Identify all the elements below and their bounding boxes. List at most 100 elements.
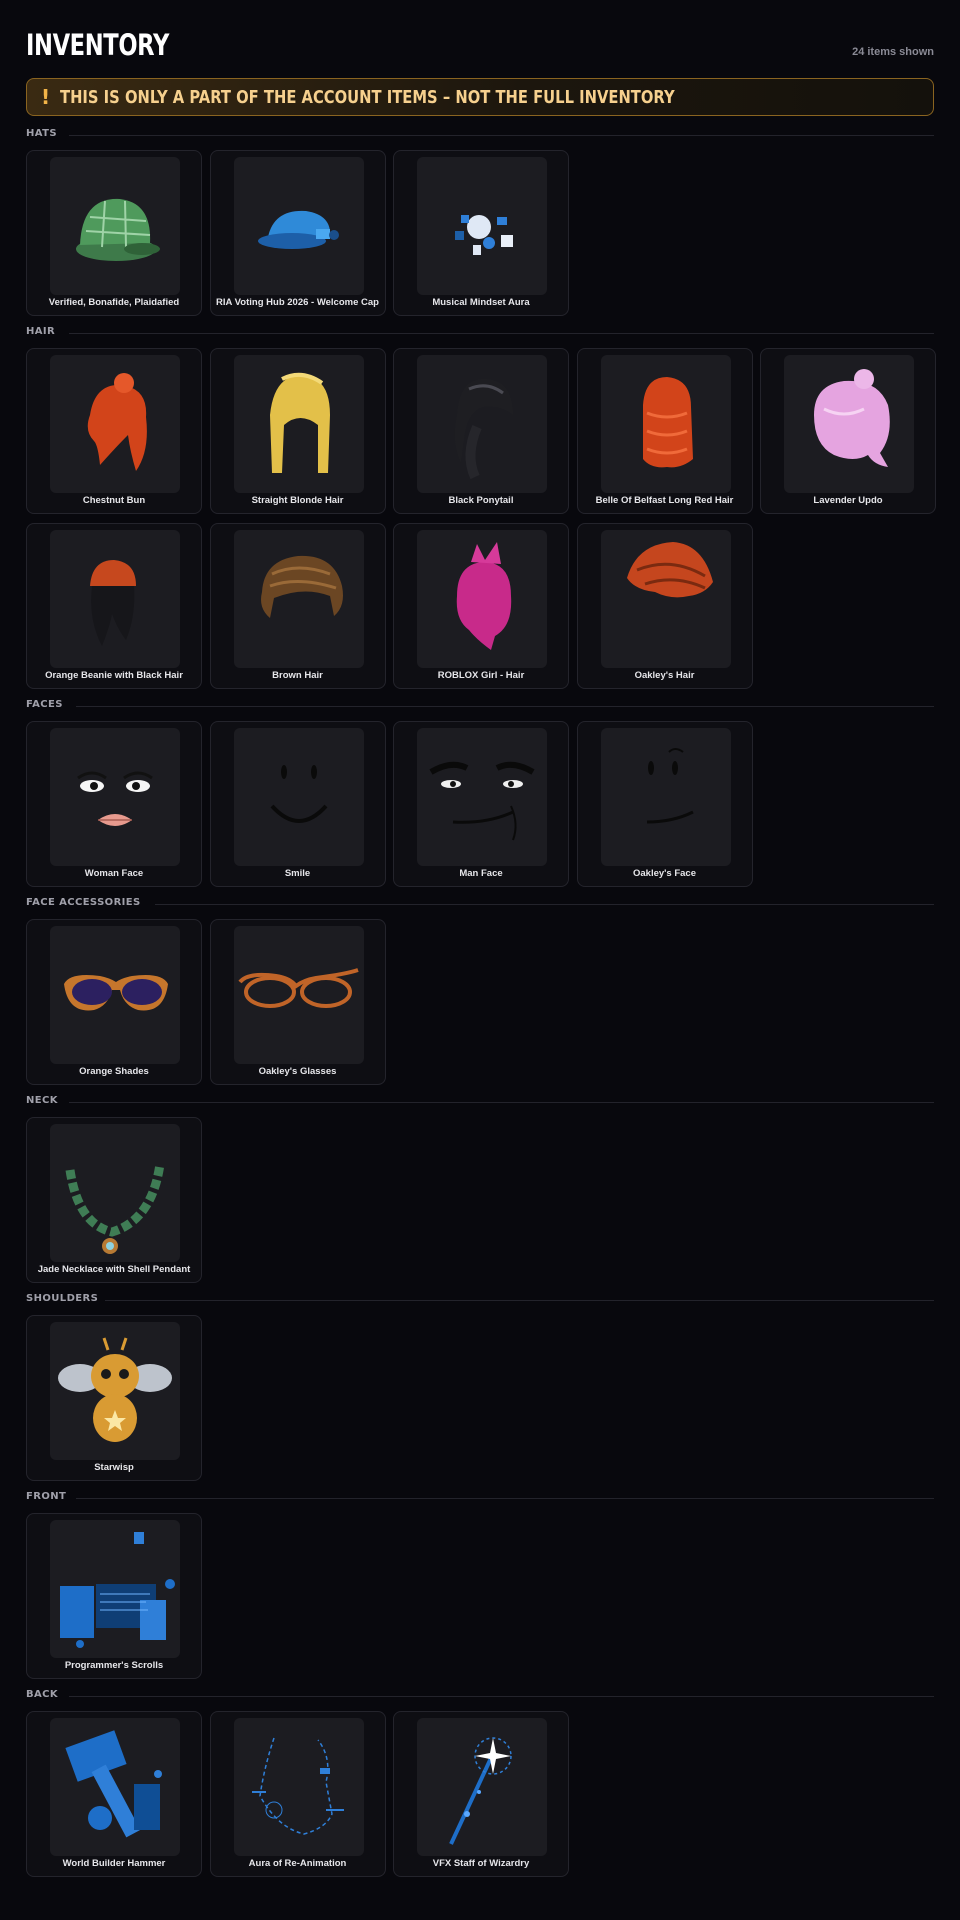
item-name: Starwisp (94, 1462, 134, 1473)
brown-hair-icon (233, 530, 364, 668)
section-divider (76, 706, 934, 707)
smirk-face-icon (600, 728, 731, 866)
section-label: NECK (26, 1095, 58, 1106)
item-name: Jade Necklace with Shell Pendant (37, 1264, 191, 1275)
item-card[interactable]: Starwisp (26, 1315, 202, 1481)
item-card[interactable]: Musical Mindset Aura (393, 150, 569, 316)
item-card[interactable]: Smile (209, 721, 386, 887)
item-name: Oakley's Face (633, 868, 696, 879)
man-face-icon (417, 728, 547, 866)
section-header: SHOULDERS (26, 1293, 934, 1307)
item-card[interactable]: Chestnut Bun (26, 348, 202, 514)
item-name: Smile (284, 868, 311, 879)
item-name: Lavender Updo (813, 495, 883, 506)
section-divider (69, 1102, 934, 1103)
warning-text: THIS IS ONLY A PART OF THE ACCOUNT ITEMS… (60, 86, 675, 108)
section-divider (76, 1498, 934, 1499)
woman-face-icon (50, 728, 180, 866)
item-name: Orange Beanie with Black Hair (45, 670, 183, 681)
fairy-pet-icon (50, 1322, 180, 1460)
section-divider (69, 333, 934, 334)
item-card[interactable]: Oakley's Face (576, 721, 753, 887)
section-divider (69, 135, 934, 136)
lavender-hair-icon (784, 355, 914, 493)
item-name: Woman Face (84, 868, 144, 879)
item-name: Straight Blonde Hair (251, 495, 344, 506)
item-name: World Builder Hammer (62, 1858, 166, 1869)
staff-icon (417, 1718, 547, 1856)
item-card[interactable]: Man Face (393, 721, 569, 887)
section-header: NECK (26, 1095, 934, 1109)
section-label: FACE ACCESSORIES (26, 897, 141, 908)
item-name: Programmer's Scrolls (64, 1660, 164, 1671)
section-header: HATS (26, 128, 934, 142)
item-name: ROBLOX Girl - Hair (437, 670, 525, 681)
long-red-hair-icon (600, 355, 731, 493)
sunglasses-icon (50, 926, 180, 1064)
partial-inventory-warning: ! THIS IS ONLY A PART OF THE ACCOUNT ITE… (26, 78, 934, 116)
green-plaid-cap-icon (50, 157, 180, 295)
beanie-hair-icon (50, 530, 180, 668)
item-card[interactable]: Jade Necklace with Shell Pendant (26, 1117, 202, 1283)
item-name: Man Face (459, 868, 503, 879)
section-label: HAIR (26, 326, 56, 337)
item-card[interactable]: Straight Blonde Hair (209, 348, 386, 514)
red-hair-bun-icon (50, 355, 180, 493)
item-name: Belle Of Belfast Long Red Hair (595, 495, 734, 506)
item-card[interactable]: Black Ponytail (393, 348, 569, 514)
glasses-icon (233, 926, 364, 1064)
item-card[interactable]: Lavender Updo (760, 348, 936, 514)
pink-hair-icon (417, 530, 547, 668)
orange-hair-icon (600, 530, 731, 668)
section-header: BACK (26, 1689, 934, 1703)
section-header: FACES (26, 699, 934, 713)
item-name: Oakley's Hair (634, 670, 695, 681)
header: INVENTORY 24 items shown (26, 28, 934, 62)
item-card[interactable]: Orange Beanie with Black Hair (26, 523, 202, 689)
item-card[interactable]: Verified, Bonafide, Plaidafied (26, 150, 202, 316)
item-card[interactable]: Oakley's Glasses (209, 919, 386, 1085)
item-card[interactable]: Programmer's Scrolls (26, 1513, 202, 1679)
section-divider (155, 904, 934, 905)
section-header: HAIR (26, 326, 934, 340)
hammer-icon (50, 1718, 180, 1856)
blonde-hair-icon (233, 355, 364, 493)
section-header: FRONT (26, 1491, 934, 1505)
item-name: VFX Staff of Wizardry (432, 1858, 530, 1869)
black-ponytail-icon (417, 355, 547, 493)
section-label: BACK (26, 1689, 59, 1700)
item-name: Black Ponytail (448, 495, 514, 506)
item-name: Chestnut Bun (82, 495, 146, 506)
item-card[interactable]: Aura of Re-Animation (209, 1711, 386, 1877)
inventory-page: INVENTORY 24 items shown ! THIS IS ONLY … (0, 0, 960, 1920)
item-name: Brown Hair (272, 670, 323, 681)
section-label: HATS (26, 128, 57, 139)
item-name: Verified, Bonafide, Plaidafied (48, 297, 180, 308)
item-card[interactable]: Belle Of Belfast Long Red Hair (576, 348, 753, 514)
necklace-icon (50, 1124, 180, 1262)
section-label: FRONT (26, 1491, 67, 1502)
item-card[interactable]: Brown Hair (209, 523, 386, 689)
blue-cap-icon (233, 157, 364, 295)
section-label: SHOULDERS (26, 1293, 99, 1304)
smile-face-icon (233, 728, 364, 866)
warning-icon: ! (41, 85, 51, 109)
items-count: 24 items shown (852, 46, 934, 58)
item-card[interactable]: World Builder Hammer (26, 1711, 202, 1877)
item-card[interactable]: Orange Shades (26, 919, 202, 1085)
item-card[interactable]: VFX Staff of Wizardry (393, 1711, 569, 1877)
blue-aura-icon (233, 1718, 364, 1856)
item-card[interactable]: RIA Voting Hub 2026 - Welcome Cap (209, 150, 386, 316)
item-name: RIA Voting Hub 2026 - Welcome Cap (216, 297, 379, 308)
page-title: INVENTORY (26, 28, 169, 62)
section-header: FACE ACCESSORIES (26, 897, 934, 911)
item-name: Musical Mindset Aura (432, 297, 530, 308)
item-card[interactable]: Woman Face (26, 721, 202, 887)
item-name: Oakley's Glasses (258, 1066, 337, 1077)
section-divider (105, 1300, 934, 1301)
item-name: Aura of Re-Animation (248, 1858, 347, 1869)
item-card[interactable]: ROBLOX Girl - Hair (393, 523, 569, 689)
section-divider (69, 1696, 934, 1697)
scrolls-icon (50, 1520, 180, 1658)
item-card[interactable]: Oakley's Hair (576, 523, 753, 689)
